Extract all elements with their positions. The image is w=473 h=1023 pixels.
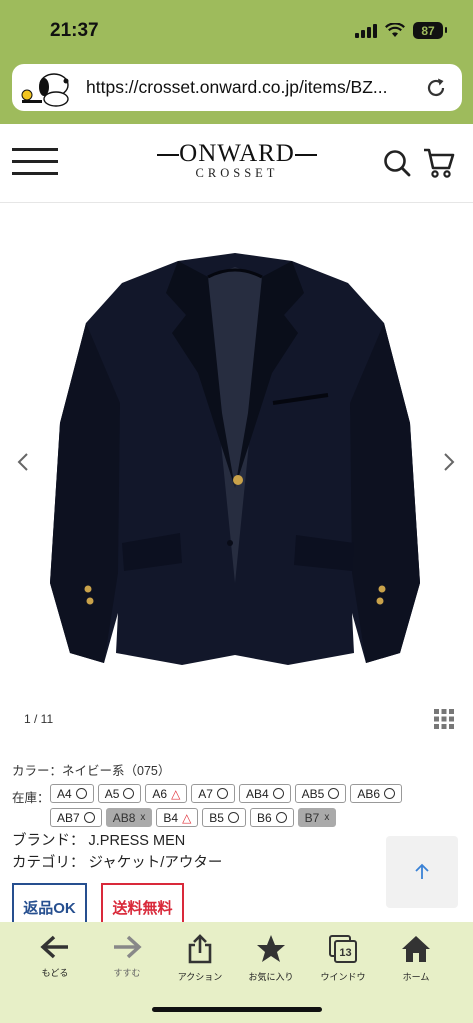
logo-main: ONWARD — [157, 140, 317, 167]
status-time: 21:37 — [50, 20, 99, 41]
size-label: B6 — [256, 810, 272, 825]
share-icon — [188, 934, 212, 964]
arrow-left-icon — [40, 935, 68, 959]
site-header: ONWARD CROSSET — [0, 124, 473, 203]
low-stock-icon: △ — [171, 786, 181, 801]
low-stock-icon: △ — [182, 810, 192, 825]
size-chip[interactable]: A5 — [97, 784, 142, 803]
signal-icon — [355, 23, 377, 38]
size-label: A7 — [198, 786, 213, 801]
in-stock-icon — [216, 788, 228, 799]
size-chip[interactable]: A4 — [50, 784, 94, 803]
url-bar[interactable]: https://crosset.onward.co.jp/items/BZ... — [12, 64, 462, 111]
reload-icon[interactable] — [424, 76, 448, 100]
sold-out-icon: x — [324, 812, 330, 823]
return-ok-badge: 返品OK — [12, 883, 87, 925]
home-label: ホーム — [402, 972, 430, 982]
size-chip[interactable]: A7 — [191, 784, 235, 803]
size-label: AB8 — [112, 810, 136, 825]
share-button[interactable]: アクション — [165, 934, 235, 983]
search-icon[interactable] — [382, 148, 412, 178]
tabs-button[interactable]: 13 ウインドウ — [308, 934, 378, 983]
cart-icon[interactable] — [422, 146, 456, 180]
size-chip[interactable]: A6 △ — [145, 784, 188, 803]
size-label: A6 — [152, 786, 168, 801]
product-color: カラー：ネイビー系（075） — [12, 764, 171, 778]
free-shipping-badge: 送料無料 — [101, 883, 184, 925]
in-stock-icon — [272, 788, 284, 799]
size-label: B4 — [163, 810, 179, 825]
bookmark-button[interactable]: お気に入り — [236, 934, 306, 983]
size-chip[interactable]: AB7 — [50, 808, 102, 827]
size-label: B5 — [209, 810, 224, 825]
size-label: AB4 — [245, 786, 269, 801]
browser-chrome-top: 21:37 87 https://crosset.onward.co.jp/it… — [0, 0, 473, 124]
size-chip-row: AB7 AB8 x B4 △ B5 B6 B7 x — [50, 808, 337, 827]
scroll-to-top-button[interactable] — [386, 836, 458, 908]
product-gallery[interactable]: 1 / 11 — [0, 203, 473, 729]
product-image[interactable] — [48, 253, 422, 673]
bookmark-label: お気に入り — [248, 972, 294, 982]
size-label: AB5 — [301, 786, 325, 801]
tabs-count: 13 — [339, 947, 351, 959]
menu-icon[interactable] — [12, 148, 58, 176]
in-stock-icon — [123, 788, 135, 799]
wifi-icon — [385, 23, 405, 37]
product-category: カテゴリ： ジャケット/アウター — [12, 855, 223, 871]
size-chip[interactable]: AB5 — [294, 784, 347, 803]
forward-button[interactable]: すすむ — [92, 934, 162, 979]
in-stock-icon — [83, 812, 95, 823]
forward-label: すすむ — [113, 968, 141, 978]
image-counter: 1 / 11 — [24, 712, 54, 726]
arrow-up-icon — [415, 863, 429, 879]
size-chip[interactable]: B6 — [249, 808, 294, 827]
battery-icon: 87 — [413, 22, 447, 39]
in-stock-icon — [384, 788, 396, 799]
in-stock-icon — [227, 812, 239, 823]
stock-label: 在庫： — [12, 791, 50, 805]
tabs-icon: 13 — [329, 935, 357, 963]
snoopy-icon — [21, 72, 69, 107]
home-button[interactable]: ホーム — [381, 934, 451, 983]
logo-sub: CROSSET — [195, 166, 279, 180]
sold-out-icon: x — [140, 812, 146, 823]
size-chip[interactable]: AB6 — [350, 784, 403, 803]
size-chip[interactable]: AB8 x — [105, 808, 153, 827]
site-logo[interactable]: ONWARD CROSSET — [157, 140, 317, 181]
size-chip-row: A4 A5 A6 △ A7 AB4 AB5 AB6 — [50, 784, 403, 803]
chevron-right-icon[interactable] — [440, 451, 458, 473]
size-chip[interactable]: B5 — [202, 808, 246, 827]
size-chip[interactable]: B7 x — [297, 808, 337, 827]
grid-view-icon[interactable] — [434, 709, 454, 729]
in-stock-icon — [328, 788, 340, 799]
back-label: もどる — [41, 968, 69, 978]
tabs-label: ウインドウ — [320, 972, 366, 982]
back-button[interactable]: もどる — [20, 934, 90, 979]
status-icons: 87 — [355, 22, 447, 39]
size-label: AB6 — [357, 786, 381, 801]
size-chip[interactable]: B4 △ — [156, 808, 199, 827]
size-label: AB7 — [57, 810, 80, 825]
size-label: A4 — [57, 786, 72, 801]
size-chip[interactable]: AB4 — [238, 784, 291, 803]
in-stock-icon — [275, 812, 287, 823]
home-indicator[interactable] — [152, 1007, 322, 1012]
chevron-left-icon[interactable] — [14, 451, 32, 473]
url-text: https://crosset.onward.co.jp/items/BZ... — [86, 77, 388, 97]
home-icon — [402, 936, 430, 962]
size-label: A5 — [104, 786, 120, 801]
product-brand: ブランド： J.PRESS MEN — [12, 833, 186, 849]
arrow-right-icon — [114, 935, 142, 959]
size-label: B7 — [304, 810, 320, 825]
share-label: アクション — [177, 972, 223, 982]
in-stock-icon — [75, 788, 87, 799]
star-icon — [257, 935, 285, 962]
